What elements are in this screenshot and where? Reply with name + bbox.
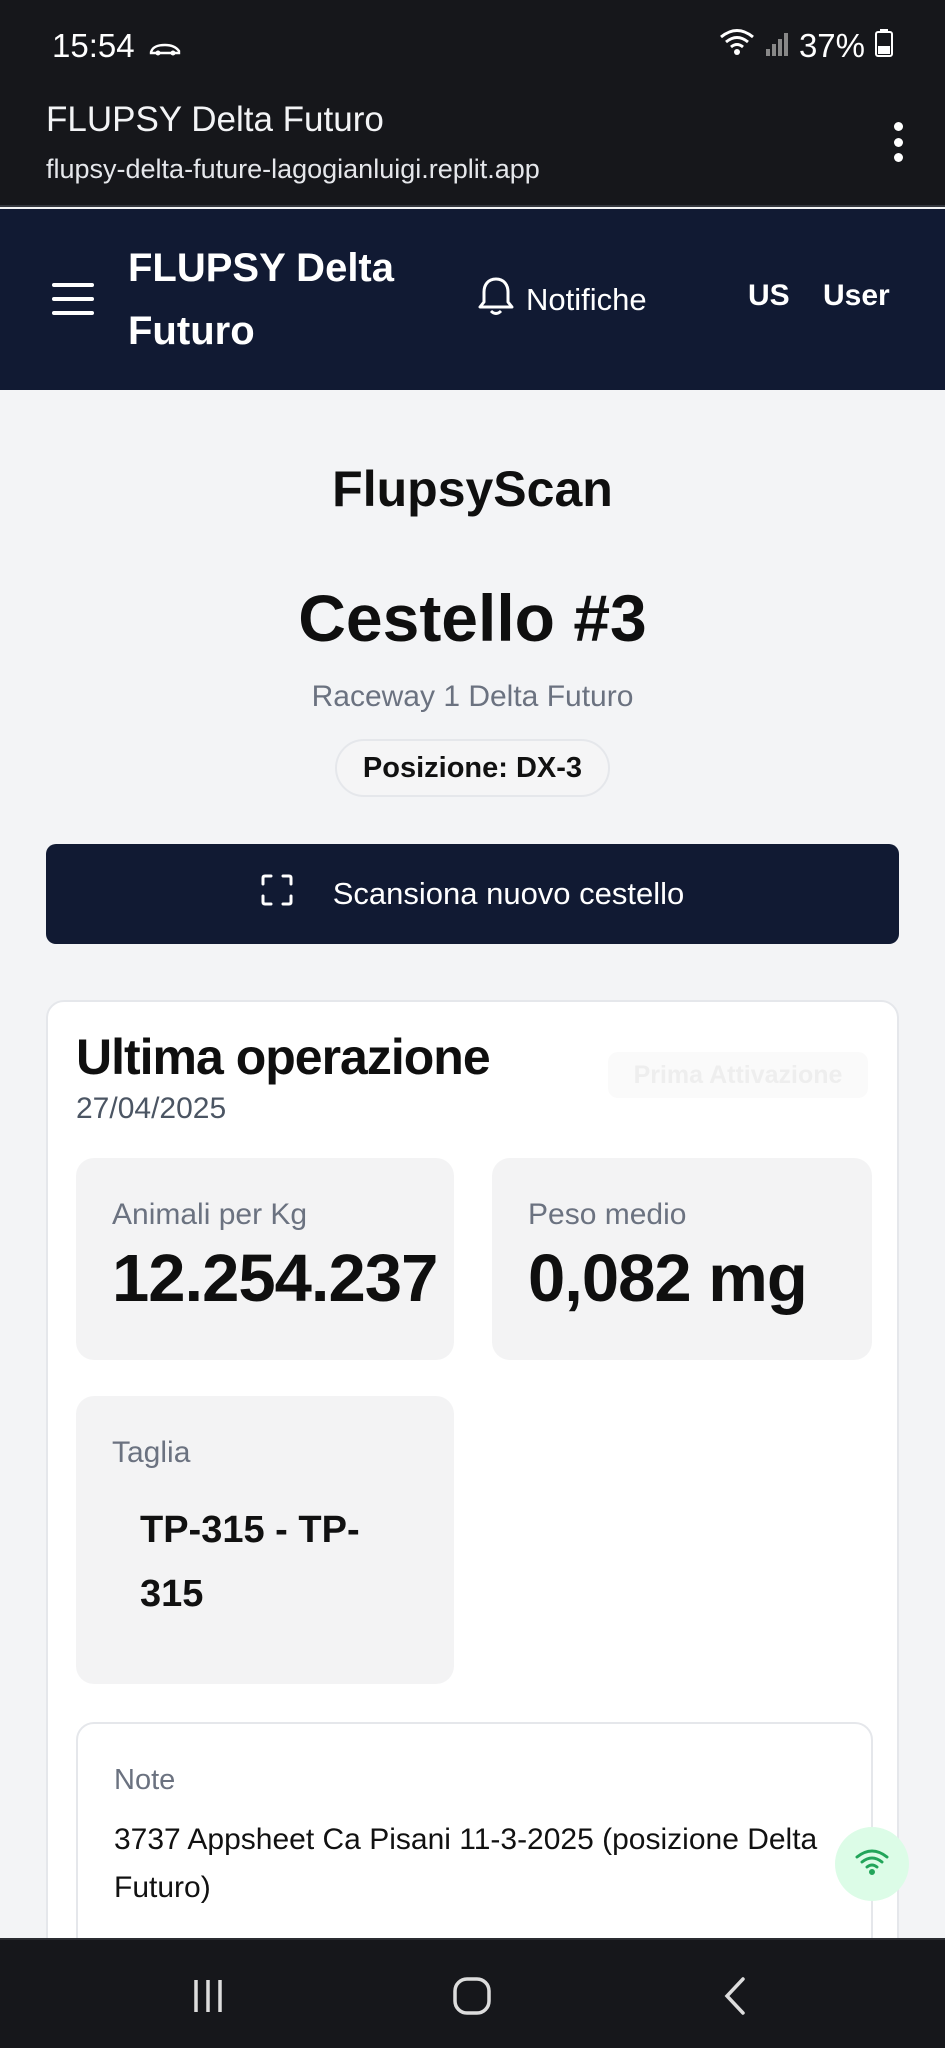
car-icon [149, 27, 181, 65]
animals-per-kg-stat: Animali per Kg 12.254.237 [76, 1158, 454, 1360]
avg-weight-stat: Peso medio 0,082 mg [492, 1158, 872, 1360]
operation-type-badge: Prima Attivazione [608, 1052, 868, 1098]
status-time: 15:54 [52, 27, 135, 64]
main-content: FlupsyScan Cestello #3 Raceway 1 Delta F… [0, 390, 945, 1938]
scan-button-label: Scansiona nuovo cestello [332, 876, 685, 911]
notifications-button[interactable]: Notifiche [476, 275, 647, 325]
app-header: FLUPSY Delta Futuro Notifiche US User [0, 209, 945, 390]
wifi-icon [719, 27, 755, 65]
page-title: FlupsyScan [332, 461, 613, 517]
notifications-label: Notifiche [526, 282, 647, 317]
scan-frame-icon [261, 874, 293, 914]
bell-icon [476, 275, 516, 325]
back-icon[interactable] [706, 1968, 766, 2024]
connection-status-button[interactable] [835, 1827, 909, 1901]
avatar[interactable]: US [748, 279, 790, 313]
user-menu-label[interactable]: User [823, 279, 890, 313]
battery-icon [875, 27, 893, 65]
last-operation-title: Ultima operazione [76, 1029, 491, 1085]
signal-icon [765, 27, 789, 65]
browser-bar: FLUPSY Delta Futuro flupsy-delta-future-… [0, 92, 945, 207]
size-label: Taglia [112, 1436, 191, 1469]
app-title: FLUPSY Delta Futuro [128, 246, 394, 353]
last-operation-date: 27/04/2025 [76, 1092, 227, 1125]
recents-icon[interactable] [178, 1968, 238, 2024]
avg-weight-value: 0,082 mg [528, 1241, 808, 1316]
wifi-icon [854, 1847, 890, 1882]
position-badge: Posizione: DX-3 [335, 739, 610, 797]
basket-title: Cestello #3 [298, 581, 647, 655]
scan-new-basket-button[interactable]: Scansiona nuovo cestello [46, 844, 899, 944]
size-stat: Taglia TP-315 - TP-315 [76, 1396, 454, 1684]
animals-per-kg-value: 12.254.237 [112, 1241, 438, 1316]
size-value: TP-315 - TP-315 [140, 1509, 360, 1615]
system-nav-bar [0, 1938, 945, 2048]
hamburger-icon[interactable] [52, 283, 94, 315]
animals-per-kg-label: Animali per Kg [112, 1198, 308, 1231]
notes-label: Note [114, 1764, 176, 1796]
more-vert-icon[interactable] [891, 122, 905, 162]
raceway-name: Raceway 1 Delta Futuro [311, 680, 634, 713]
last-operation-card: Ultima operazione 27/04/2025 Prima Attiv… [46, 1000, 899, 1938]
notes-text: 3737 Appsheet Ca Pisani 11-3-2025 (posiz… [114, 1823, 818, 1904]
battery-text: 37% [798, 27, 865, 64]
home-icon[interactable] [442, 1968, 502, 2024]
avg-weight-label: Peso medio [528, 1198, 687, 1231]
status-right-group: 37% [719, 27, 893, 65]
browser-title: FLUPSY Delta Futuro [46, 100, 384, 139]
status-time-group: 15:54 [52, 27, 181, 65]
status-bar: 15:54 37% [0, 0, 945, 92]
browser-url[interactable]: flupsy-delta-future-lagogianluigi.replit… [46, 154, 540, 185]
notes-box: Note 3737 Appsheet Ca Pisani 11-3-2025 (… [76, 1722, 873, 1938]
